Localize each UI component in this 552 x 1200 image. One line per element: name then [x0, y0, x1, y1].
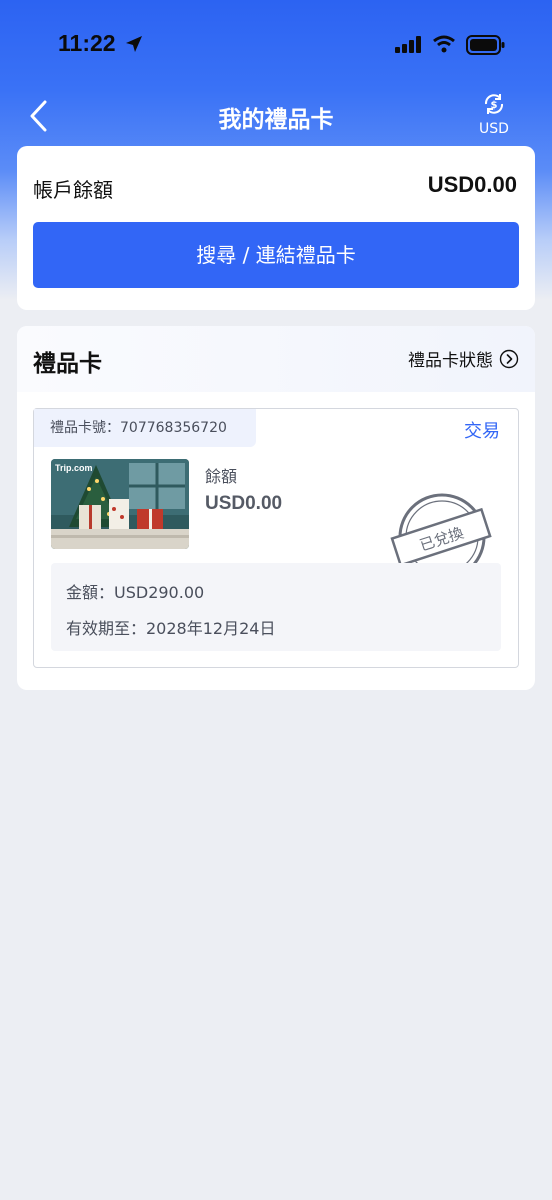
- gift-card-status-link[interactable]: 禮品卡狀態: [408, 346, 519, 371]
- gift-card-item[interactable]: 禮品卡號：707768356720 交易 Trip.com 餘額 USD0.00…: [33, 408, 519, 668]
- balance-label: 帳戶餘額: [33, 178, 113, 202]
- account-balance-card: 帳戶餘額 USD0.00 搜尋 / 連結禮品卡: [17, 146, 535, 310]
- status-bar: 11:22: [0, 0, 552, 88]
- currency-exchange-icon: $: [484, 94, 504, 114]
- navigation-bar: 我的禮品卡 $ USD: [0, 88, 552, 144]
- chevron-right-circle-icon: [499, 349, 519, 368]
- card-balance-label: 餘額: [205, 467, 238, 486]
- gift-card-status-label: 禮品卡狀態: [408, 351, 493, 371]
- svg-text:$: $: [491, 100, 498, 111]
- search-link-giftcard-button[interactable]: 搜尋 / 連結禮品卡: [33, 222, 519, 288]
- battery-icon: [466, 35, 505, 55]
- currency-label: USD: [479, 121, 509, 137]
- card-balance-value: USD0.00: [205, 493, 283, 514]
- card-expiry: 有效期至：2028年12月24日: [66, 619, 276, 638]
- signal-icon: [395, 36, 421, 53]
- wifi-icon: [433, 35, 455, 53]
- gift-card-number: 禮品卡號：707768356720: [34, 409, 256, 447]
- transactions-link[interactable]: 交易: [464, 417, 500, 443]
- status-time: 11:22: [58, 30, 116, 56]
- gift-cards-header: 禮品卡 禮品卡狀態: [17, 326, 535, 392]
- card-amount: 金額：USD290.00: [66, 583, 205, 602]
- gift-cards-title: 禮品卡: [33, 351, 102, 377]
- gift-card-image: Trip.com: [51, 459, 189, 549]
- balance-value: USD0.00: [427, 172, 517, 197]
- trip-logo: Trip.com: [55, 463, 93, 473]
- location-arrow-icon: [126, 36, 142, 52]
- gift-card-details: 金額：USD290.00 有效期至：2028年12月24日: [51, 563, 501, 651]
- currency-switch-button[interactable]: $ USD: [470, 91, 518, 141]
- gift-cards-section: 禮品卡 禮品卡狀態 禮品卡號：707768356720 交易 Trip.com …: [17, 326, 535, 690]
